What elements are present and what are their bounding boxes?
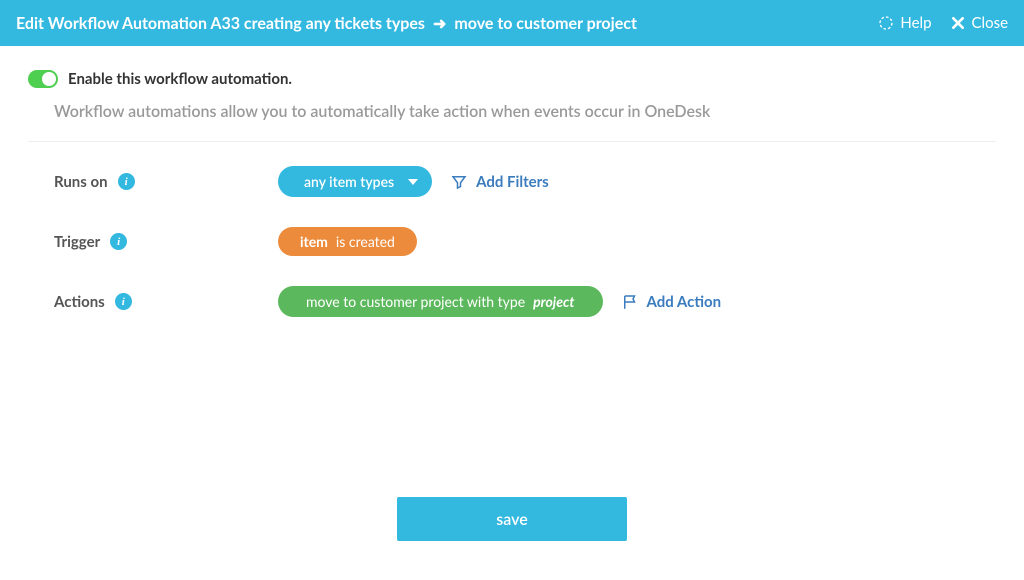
action-pill-prefix: move to customer project with type	[306, 293, 525, 310]
enable-label: Enable this workflow automation.	[68, 70, 292, 88]
trigger-controls: item is created	[278, 227, 417, 256]
enable-toggle[interactable]	[28, 70, 58, 88]
add-filters-button[interactable]: Add Filters	[450, 173, 549, 191]
trigger-row: Trigger i item is created	[28, 227, 996, 256]
add-filters-label: Add Filters	[476, 173, 549, 191]
divider	[28, 141, 996, 142]
filter-icon	[450, 173, 468, 191]
runs-on-label-group: Runs on i	[28, 173, 278, 191]
info-icon[interactable]: i	[110, 233, 127, 250]
dialog-title-suffix: move to customer project	[454, 14, 637, 33]
runs-on-row: Runs on i any item types Add Filters	[28, 166, 996, 197]
header-actions: Help Close	[878, 14, 1008, 32]
save-row: save	[28, 497, 996, 541]
add-action-button[interactable]: Add Action	[621, 293, 722, 311]
dialog-title-prefix: Edit Workflow Automation A33 creating an…	[16, 14, 425, 33]
info-icon[interactable]: i	[115, 293, 132, 310]
arrow-icon: ➜	[433, 14, 446, 33]
runs-on-label: Runs on	[54, 173, 108, 191]
chevron-down-icon	[408, 179, 418, 185]
close-label: Close	[972, 14, 1008, 32]
item-types-dropdown[interactable]: any item types	[278, 166, 432, 197]
help-icon	[878, 15, 894, 31]
save-button[interactable]: save	[397, 497, 627, 541]
help-label: Help	[900, 14, 931, 32]
actions-label-group: Actions i	[28, 293, 278, 311]
trigger-pill[interactable]: item is created	[278, 227, 417, 256]
dialog-title: Edit Workflow Automation A33 creating an…	[16, 14, 637, 33]
close-button[interactable]: Close	[950, 14, 1008, 32]
enable-row: Enable this workflow automation.	[28, 70, 996, 88]
dialog-header: Edit Workflow Automation A33 creating an…	[0, 0, 1024, 46]
actions-label: Actions	[54, 293, 105, 311]
add-action-label: Add Action	[647, 293, 722, 311]
runs-on-controls: any item types Add Filters	[278, 166, 549, 197]
item-types-label: any item types	[304, 173, 394, 190]
info-icon[interactable]: i	[118, 173, 135, 190]
dialog-content: Enable this workflow automation. Workflo…	[0, 46, 1024, 541]
actions-row: Actions i move to customer project with …	[28, 286, 996, 317]
action-pill[interactable]: move to customer project with type proje…	[278, 286, 603, 317]
automation-description: Workflow automations allow you to automa…	[54, 102, 996, 121]
action-pill-em: project	[533, 293, 574, 310]
trigger-label: Trigger	[54, 233, 100, 251]
trigger-pill-rest: is created	[336, 233, 395, 250]
flag-icon	[621, 293, 639, 311]
trigger-pill-strong: item	[300, 233, 328, 250]
actions-controls: move to customer project with type proje…	[278, 286, 721, 317]
trigger-label-group: Trigger i	[28, 233, 278, 251]
close-icon	[950, 15, 966, 31]
help-button[interactable]: Help	[878, 14, 931, 32]
